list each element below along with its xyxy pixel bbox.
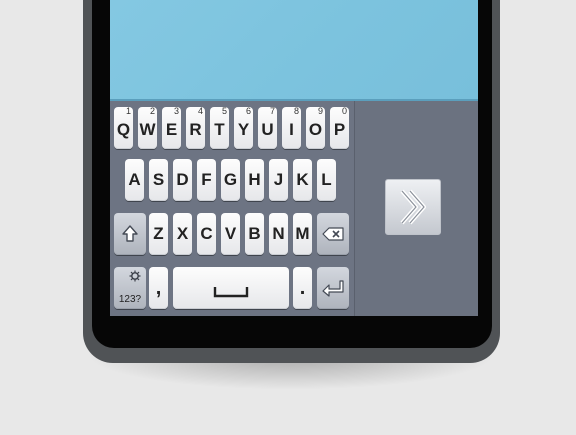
key-v-label: V <box>224 224 237 243</box>
double-chevron-right-icon <box>400 189 426 225</box>
key-b-label: B <box>248 224 261 243</box>
key-g[interactable]: G <box>221 159 240 201</box>
key-v[interactable]: V <box>221 213 240 255</box>
key-r-label: R <box>189 120 202 139</box>
key-l-label: L <box>321 170 332 189</box>
key-w[interactable]: 2 W <box>138 106 157 149</box>
device-screen: 1 Q 2 W 3 E 4 R 5 T 6 Y 7 U 8 I 9 O 0 P … <box>110 0 478 316</box>
key-o[interactable]: 9 O <box>306 106 325 149</box>
key-r-number: 4 <box>197 106 203 116</box>
key-z-label: Z <box>153 224 164 243</box>
symbols-label: 123? <box>118 294 142 305</box>
key-i[interactable]: 8 I <box>282 106 301 149</box>
key-x-label: X <box>176 224 189 243</box>
key-t-number: 5 <box>221 106 227 116</box>
comma-label: , <box>155 276 162 299</box>
key-q-number: 1 <box>125 106 131 116</box>
key-z[interactable]: Z <box>149 213 168 255</box>
key-p-number: 0 <box>341 106 347 116</box>
key-e-number: 3 <box>173 106 179 116</box>
onscreen-keyboard: 1 Q 2 W 3 E 4 R 5 T 6 Y 7 U 8 I 9 O 0 P … <box>110 101 354 316</box>
key-u-label: U <box>261 120 274 139</box>
key-f[interactable]: F <box>197 159 216 201</box>
key-k[interactable]: K <box>293 159 312 201</box>
key-w-label: W <box>139 120 156 139</box>
enter-return-icon <box>322 280 344 297</box>
key-i-label: I <box>289 120 294 139</box>
key-l[interactable]: L <box>317 159 336 201</box>
key-m-label: M <box>295 224 310 243</box>
key-u[interactable]: 7 U <box>258 106 277 149</box>
key-y-label: Y <box>237 120 250 139</box>
backspace-key[interactable] <box>317 213 349 255</box>
key-o-number: 9 <box>317 106 323 116</box>
key-r[interactable]: 4 R <box>186 106 205 149</box>
key-u-number: 7 <box>269 106 275 116</box>
key-e-label: E <box>165 120 178 139</box>
key-y-number: 6 <box>245 106 251 116</box>
key-q[interactable]: 1 Q <box>114 106 133 149</box>
key-q-label: Q <box>116 120 131 139</box>
key-y[interactable]: 6 Y <box>234 106 253 149</box>
key-j[interactable]: J <box>269 159 288 201</box>
key-s[interactable]: S <box>149 159 168 201</box>
key-c-label: C <box>200 224 213 243</box>
key-o-label: O <box>308 120 323 139</box>
key-n[interactable]: N <box>269 213 288 255</box>
space-key[interactable] <box>173 267 289 309</box>
key-e[interactable]: 3 E <box>162 106 181 149</box>
key-h-label: H <box>248 170 261 189</box>
keyboard-side-panel <box>354 101 478 316</box>
key-x[interactable]: X <box>173 213 192 255</box>
key-a[interactable]: A <box>125 159 144 201</box>
key-n-label: N <box>272 224 285 243</box>
comma-key[interactable]: , <box>149 267 168 309</box>
key-c[interactable]: C <box>197 213 216 255</box>
key-a-label: A <box>128 170 141 189</box>
period-key[interactable]: . <box>293 267 312 309</box>
period-label: . <box>299 276 306 299</box>
key-g-label: G <box>223 170 238 189</box>
app-content-area[interactable] <box>110 0 478 101</box>
space-bracket-icon <box>213 287 249 298</box>
key-m[interactable]: M <box>293 213 312 255</box>
key-j-label: J <box>273 170 284 189</box>
enter-key[interactable] <box>317 267 349 309</box>
shift-arrow-icon <box>122 225 138 242</box>
shift-key[interactable] <box>114 213 146 255</box>
next-arrow-button[interactable] <box>385 179 441 235</box>
key-i-number: 8 <box>293 106 299 116</box>
key-s-label: S <box>152 170 165 189</box>
key-h[interactable]: H <box>245 159 264 201</box>
key-k-label: K <box>296 170 309 189</box>
backspace-icon <box>322 227 344 241</box>
gear-icon <box>129 270 141 282</box>
key-w-number: 2 <box>149 106 155 116</box>
key-d[interactable]: D <box>173 159 192 201</box>
key-b[interactable]: B <box>245 213 264 255</box>
key-p[interactable]: 0 P <box>330 106 349 149</box>
key-f-label: F <box>201 170 212 189</box>
key-d-label: D <box>176 170 189 189</box>
key-p-label: P <box>333 120 346 139</box>
key-t-label: T <box>214 120 225 139</box>
symbols-key[interactable]: 123? <box>114 267 146 309</box>
key-t[interactable]: 5 T <box>210 106 229 149</box>
